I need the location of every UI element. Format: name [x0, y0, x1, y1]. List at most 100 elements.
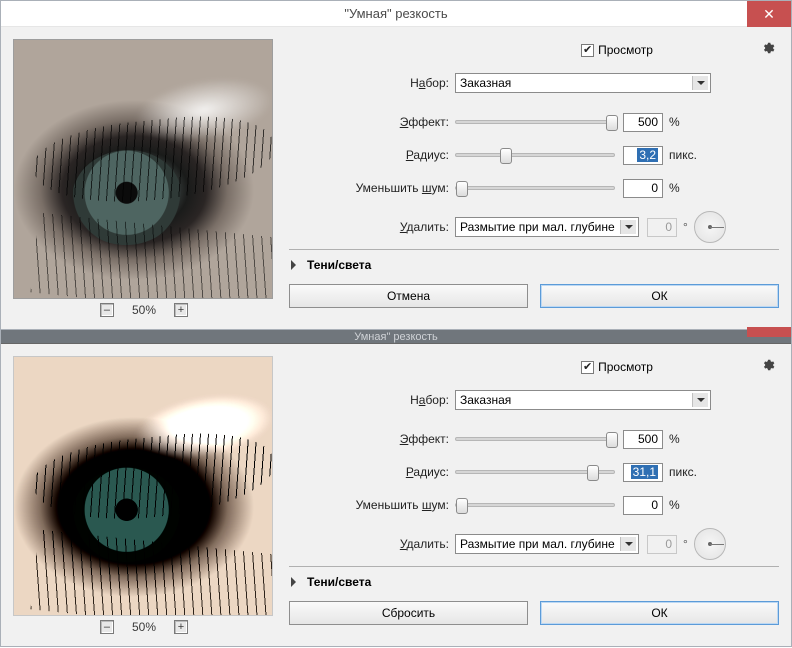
- zoom-controls: – 50% +: [13, 620, 275, 634]
- dialog-title: "Умная" резкость: [1, 6, 791, 21]
- radius-slider[interactable]: [455, 153, 615, 157]
- preset-select[interactable]: Заказная: [455, 390, 711, 410]
- angle-input: 0: [647, 535, 677, 554]
- noise-slider[interactable]: [455, 503, 615, 507]
- preset-row: Набор: Заказная: [289, 389, 779, 411]
- noise-input[interactable]: 0: [623, 179, 663, 198]
- zoom-out-button[interactable]: –: [100, 303, 114, 317]
- triangle-right-icon: [291, 260, 301, 270]
- zoom-in-button[interactable]: +: [174, 303, 188, 317]
- amount-unit: %: [669, 115, 709, 129]
- zoom-in-button[interactable]: +: [174, 620, 188, 634]
- ok-button[interactable]: ОК: [540, 601, 779, 625]
- cancel-button[interactable]: Отмена: [289, 284, 528, 308]
- preview-checkbox-label: Просмотр: [598, 360, 653, 374]
- controls-column: ✔ Просмотр Набор: Заказная Эффект: 500 %…: [275, 39, 779, 317]
- chevron-down-icon: [620, 537, 636, 551]
- remove-value: Размытие при мал. глубине: [460, 220, 615, 234]
- angle-dial[interactable]: [694, 528, 726, 560]
- noise-input[interactable]: 0: [623, 496, 663, 515]
- remove-label: Удалить:: [289, 220, 455, 234]
- amount-label: Эффект:: [289, 115, 455, 129]
- remove-select[interactable]: Размытие при мал. глубине: [455, 534, 639, 554]
- close-button[interactable]: ✕: [747, 1, 791, 27]
- preview-column: – 50% +: [13, 356, 275, 634]
- noise-label: Уменьшить шум:: [289, 498, 455, 512]
- check-icon: ✔: [583, 45, 592, 56]
- radius-row: Радиус: 3,2 пикс.: [289, 144, 779, 166]
- noise-unit: %: [669, 498, 709, 512]
- settings-gear-button[interactable]: [759, 356, 777, 374]
- preview-image[interactable]: [13, 39, 273, 299]
- close-icon: ✕: [763, 7, 775, 21]
- zoom-level: 50%: [132, 620, 156, 634]
- shadows-label: Тени/света: [307, 575, 371, 589]
- preview-checkbox-row: ✔ Просмотр: [289, 39, 779, 61]
- angle-dial[interactable]: [694, 211, 726, 243]
- zoom-controls: – 50% +: [13, 303, 275, 317]
- radius-input[interactable]: 3,2: [623, 146, 663, 165]
- radius-input[interactable]: 31,1: [623, 463, 663, 482]
- reset-button[interactable]: Сбросить: [289, 601, 528, 625]
- remove-label: Удалить:: [289, 537, 455, 551]
- shadows-highlights-section[interactable]: Тени/света: [289, 567, 779, 597]
- chevron-down-icon: [692, 76, 708, 90]
- preview-checkbox[interactable]: ✔: [581, 44, 594, 57]
- settings-gear-button[interactable]: [759, 39, 777, 57]
- preset-value: Заказная: [460, 393, 511, 407]
- dialog-body: – 50% + ✔ Просмотр Набор: Заказная: [1, 27, 791, 329]
- titlebar[interactable]: Умная" резкость: [1, 330, 791, 344]
- shadows-label: Тени/света: [307, 258, 371, 272]
- preview-column: – 50% +: [13, 39, 275, 317]
- noise-slider[interactable]: [455, 186, 615, 190]
- noise-row: Уменьшить шум: 0 %: [289, 177, 779, 199]
- degree-icon: °: [683, 537, 688, 551]
- noise-unit: %: [669, 181, 709, 195]
- remove-row: Удалить: Размытие при мал. глубине 0 °: [289, 216, 779, 238]
- radius-slider[interactable]: [455, 470, 615, 474]
- preset-label: Набор:: [289, 393, 455, 407]
- radius-unit: пикс.: [669, 148, 709, 162]
- amount-slider[interactable]: [455, 120, 615, 124]
- ok-button[interactable]: ОК: [540, 284, 779, 308]
- titlebar[interactable]: "Умная" резкость ✕: [1, 1, 791, 27]
- button-row: Отмена ОК: [289, 284, 779, 308]
- preset-select[interactable]: Заказная: [455, 73, 711, 93]
- radius-unit: пикс.: [669, 465, 709, 479]
- radius-label: Радиус:: [289, 148, 455, 162]
- check-icon: ✔: [583, 362, 592, 373]
- preview-image[interactable]: [13, 356, 273, 616]
- zoom-out-button[interactable]: –: [100, 620, 114, 634]
- chevron-down-icon: [692, 393, 708, 407]
- radius-row: Радиус: 31,1 пикс.: [289, 461, 779, 483]
- smart-sharpen-dialog-2: Умная" резкость – 50% + ✔ Прос: [0, 329, 792, 647]
- amount-label: Эффект:: [289, 432, 455, 446]
- preview-checkbox-row: ✔ Просмотр: [289, 356, 779, 378]
- amount-unit: %: [669, 432, 709, 446]
- close-button[interactable]: [747, 327, 791, 337]
- shadows-highlights-section[interactable]: Тени/света: [289, 250, 779, 280]
- zoom-level: 50%: [132, 303, 156, 317]
- dialog-body: – 50% + ✔ Просмотр Набор: Заказная: [1, 344, 791, 646]
- angle-input: 0: [647, 218, 677, 237]
- triangle-right-icon: [291, 577, 301, 587]
- amount-input[interactable]: 500: [623, 430, 663, 449]
- preview-checkbox[interactable]: ✔: [581, 361, 594, 374]
- preset-value: Заказная: [460, 76, 511, 90]
- smart-sharpen-dialog-1: "Умная" резкость ✕ – 50% +: [0, 0, 792, 330]
- noise-row: Уменьшить шум: 0 %: [289, 494, 779, 516]
- amount-input[interactable]: 500: [623, 113, 663, 132]
- amount-slider[interactable]: [455, 437, 615, 441]
- dialog-title: Умная" резкость: [1, 331, 791, 343]
- amount-row: Эффект: 500 %: [289, 428, 779, 450]
- controls-column: ✔ Просмотр Набор: Заказная Эффект: 500 %…: [275, 356, 779, 634]
- amount-row: Эффект: 500 %: [289, 111, 779, 133]
- remove-select[interactable]: Размытие при мал. глубине: [455, 217, 639, 237]
- remove-row: Удалить: Размытие при мал. глубине 0 °: [289, 533, 779, 555]
- button-row: Сбросить ОК: [289, 601, 779, 625]
- noise-label: Уменьшить шум:: [289, 181, 455, 195]
- preset-row: Набор: Заказная: [289, 72, 779, 94]
- chevron-down-icon: [620, 220, 636, 234]
- gear-icon: [761, 41, 775, 55]
- gear-icon: [761, 358, 775, 372]
